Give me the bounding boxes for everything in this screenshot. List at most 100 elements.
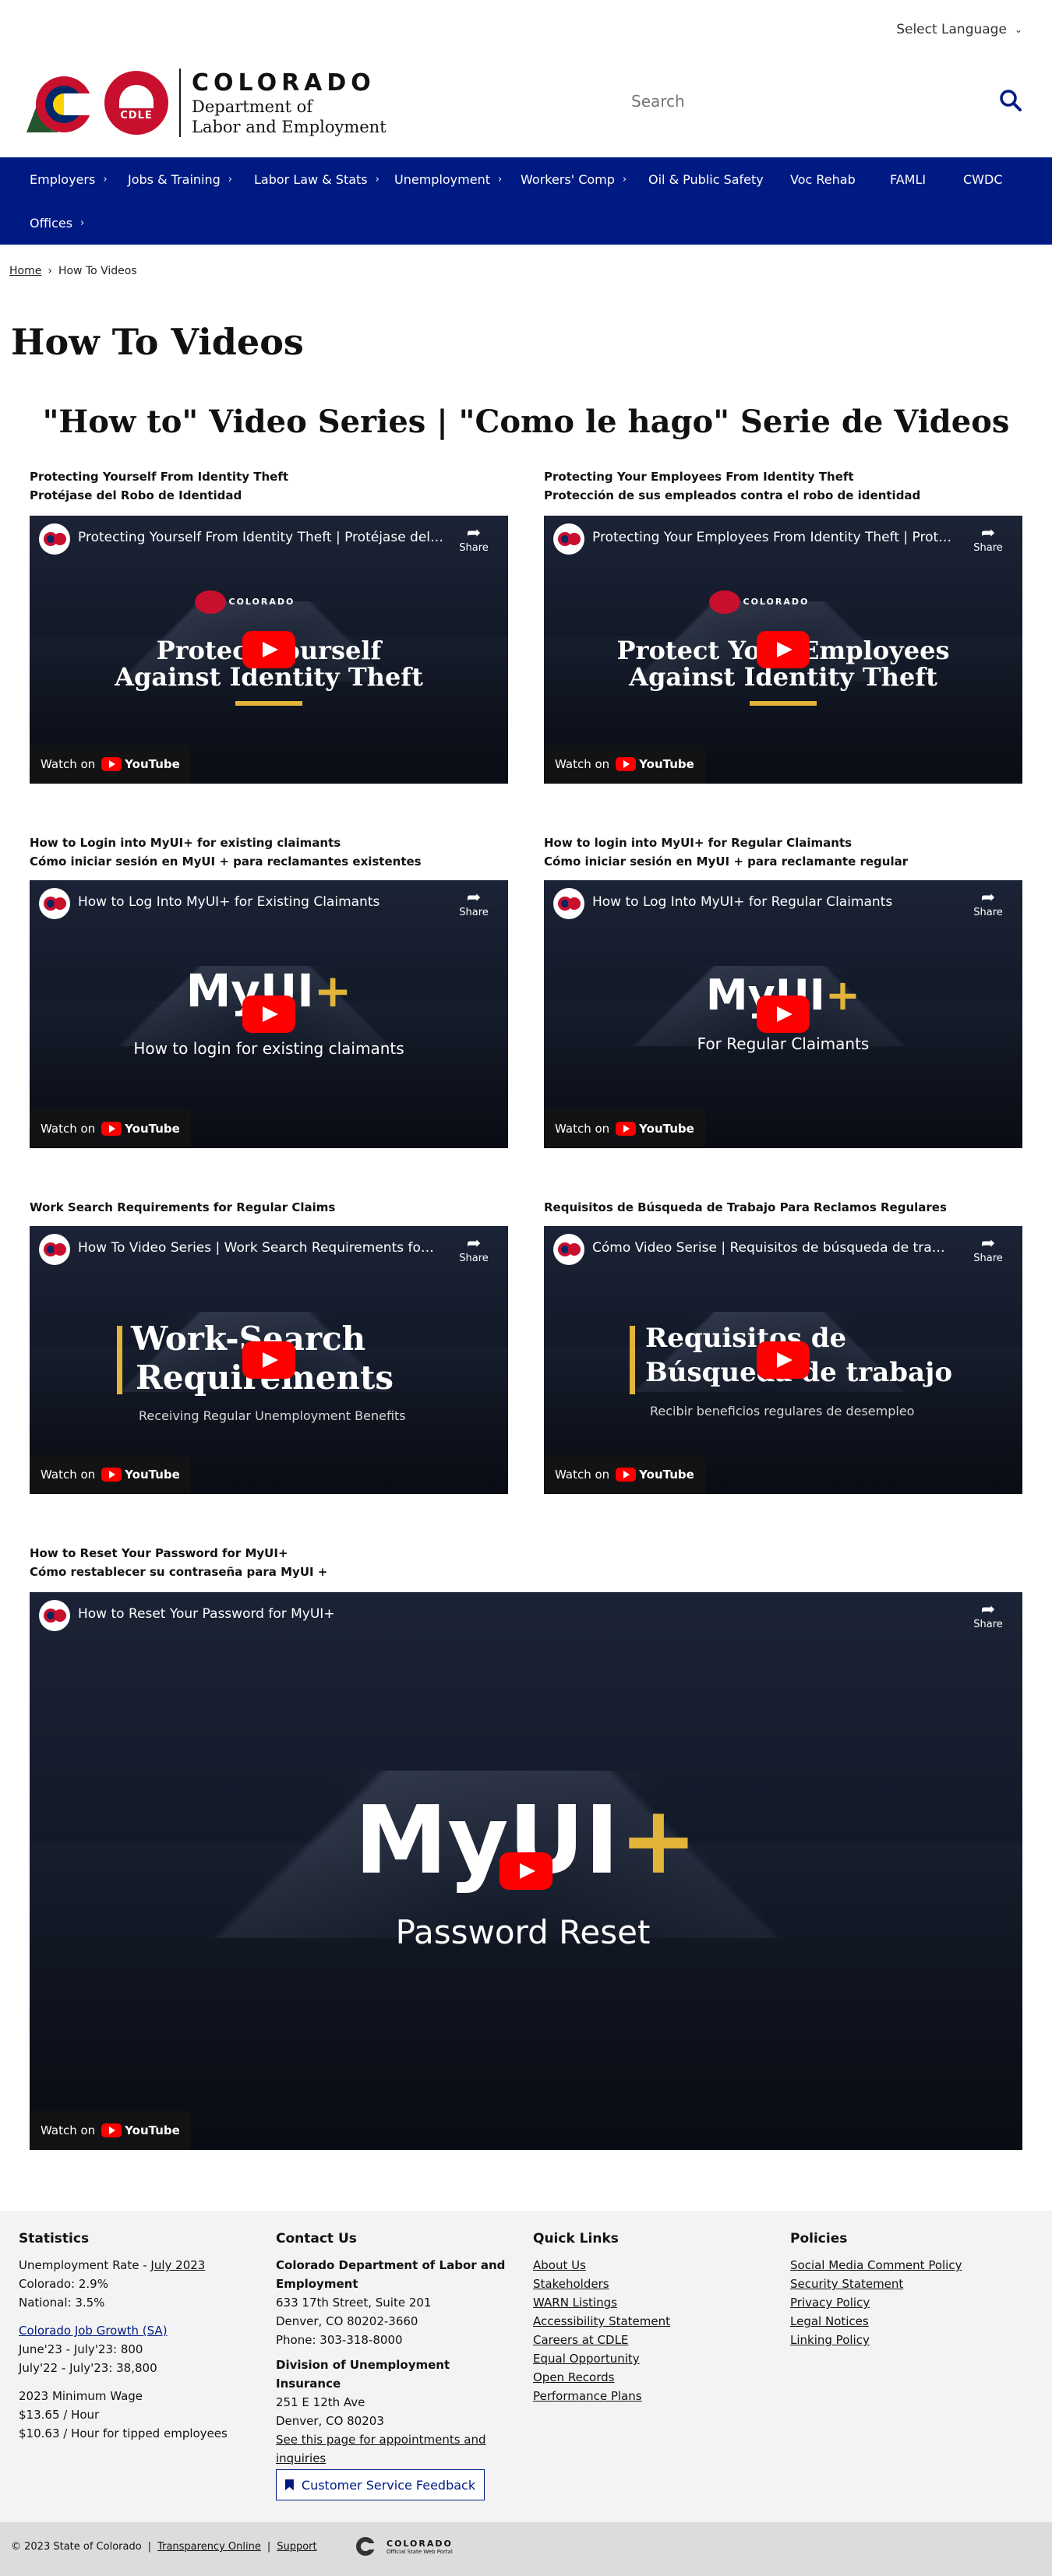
youtube-logo-icon: YouTube (101, 757, 180, 771)
video-title[interactable]: How to Log Into MyUI+ for Existing Claim… (78, 894, 444, 910)
share-button[interactable]: ➦ Share (971, 525, 1005, 555)
nav-workers-comp[interactable]: Workers' Comp › (521, 157, 627, 201)
channel-avatar[interactable] (39, 1234, 70, 1265)
nav-oil-public-safety[interactable]: Oil & Public Safety (648, 157, 764, 201)
job-growth-link[interactable]: Colorado Job Growth (SA) (19, 2321, 252, 2340)
video-caption-en: Protecting Your Employees From Identity … (544, 470, 854, 484)
search-input[interactable] (620, 86, 994, 117)
youtube-logo-icon: YouTube (616, 1122, 694, 1136)
quick-link[interactable]: Careers at CDLE (533, 2331, 767, 2349)
video-player[interactable]: Protecting Yourself From Identity Theft … (30, 516, 508, 784)
search-icon (1000, 90, 1022, 111)
nav-jobs-training[interactable]: Jobs & Training › (128, 157, 232, 201)
quick-link[interactable]: WARN Listings (533, 2293, 767, 2312)
video-caption-en: How to Login into MyUI+ for existing cla… (30, 836, 341, 850)
video-title[interactable]: How To Video Series | Work Search Requir… (78, 1240, 436, 1256)
quick-link[interactable]: Open Records (533, 2368, 767, 2387)
language-selector[interactable]: Select Language ⌄ (896, 22, 1022, 37)
share-label: Share (459, 1253, 489, 1264)
customer-feedback-button[interactable]: Customer Service Feedback (276, 2469, 485, 2500)
watch-on-youtube[interactable]: Watch on YouTube (30, 1455, 191, 1494)
watch-on-youtube[interactable]: Watch on YouTube (30, 2111, 191, 2150)
video-player[interactable]: How to Log Into MyUI+ for Existing Claim… (30, 880, 508, 1148)
channel-avatar[interactable] (39, 888, 70, 919)
play-button[interactable] (242, 996, 295, 1033)
play-button[interactable] (757, 631, 810, 668)
cdle-logo-mini: COLORADO (709, 590, 809, 614)
video-headline-1: Requisitos de (645, 1323, 847, 1354)
transparency-link[interactable]: Transparency Online (157, 2541, 261, 2553)
appointments-link[interactable]: See this page for appointments and inquir… (276, 2430, 510, 2468)
nav-employers[interactable]: Employers › (30, 157, 108, 201)
channel-avatar[interactable] (553, 888, 584, 919)
wage-title: 2023 Minimum Wage (19, 2389, 143, 2403)
nav-label: FAMLI (890, 171, 927, 187)
play-button[interactable] (242, 631, 295, 668)
channel-avatar[interactable] (39, 523, 70, 555)
division-addr-2: Denver, CO 80203 (276, 2414, 384, 2428)
policy-link[interactable]: Linking Policy (790, 2331, 1024, 2349)
video-title[interactable]: How to Log Into MyUI+ for Regular Claima… (592, 894, 958, 910)
policy-link[interactable]: Security Statement (790, 2275, 1024, 2293)
quick-link[interactable]: Accessibility Statement (533, 2312, 767, 2331)
quick-link[interactable]: Performance Plans (533, 2387, 767, 2405)
nav-unemployment[interactable]: Unemployment › (394, 157, 502, 201)
nav-offices[interactable]: Offices › (30, 201, 84, 245)
quick-link[interactable]: About Us (533, 2256, 767, 2275)
video-title[interactable]: Protecting Yourself From Identity Theft … (78, 530, 444, 545)
bottom-links: © 2023 State of Colorado | Transparency … (11, 2541, 317, 2553)
video-player[interactable]: How to Reset Your Password for MyUI+ ➦ Sh… (30, 1592, 1022, 2150)
policy-link[interactable]: Legal Notices (790, 2312, 1024, 2331)
video-title[interactable]: Protecting Your Employees From Identity … (592, 530, 958, 545)
site-footer: Statistics Unemployment Rate - July 2023… (0, 2211, 1052, 2522)
nav-labor-law-stats[interactable]: Labor Law & Stats › (254, 157, 379, 201)
share-button[interactable]: ➦ Share (971, 1602, 1005, 1631)
play-button[interactable] (757, 1341, 810, 1379)
watch-on-youtube[interactable]: Watch on YouTube (544, 745, 705, 784)
channel-avatar[interactable] (553, 1234, 584, 1265)
nav-famli[interactable]: FAMLI (890, 157, 926, 201)
footer-heading: Quick Links (533, 2231, 619, 2247)
watch-on-youtube[interactable]: Watch on YouTube (544, 1455, 705, 1494)
share-button[interactable]: ➦ Share (971, 890, 1005, 919)
play-button[interactable] (500, 1852, 552, 1890)
play-button[interactable] (242, 1341, 295, 1379)
video-subtitle: Password Reset (395, 1913, 651, 1951)
quick-link[interactable]: Stakeholders (533, 2275, 767, 2293)
site-logo[interactable]: CDLE COLORADO Department of Labor and Em… (22, 64, 387, 142)
nav-voc-rehab[interactable]: Voc Rehab (790, 157, 856, 201)
share-button[interactable]: ➦ Share (457, 525, 491, 555)
watch-on-youtube[interactable]: Watch on YouTube (30, 745, 191, 784)
breadcrumb-home[interactable]: Home (9, 265, 41, 277)
nav-label: Employers (30, 171, 96, 187)
video-player[interactable]: How to Log Into MyUI+ for Regular Claima… (544, 880, 1022, 1148)
policy-link[interactable]: Privacy Policy (790, 2293, 1024, 2312)
video-player[interactable]: Protecting Your Employees From Identity … (544, 516, 1022, 784)
search-button[interactable] (999, 89, 1027, 117)
contact-org-2: Employment (276, 2277, 358, 2291)
policy-link[interactable]: Social Media Comment Policy (790, 2256, 1024, 2275)
share-button[interactable]: ➦ Share (457, 1235, 491, 1265)
growth-2: July'22 - July'23: 38,800 (19, 2361, 157, 2375)
unemp-month-link[interactable]: July 2023 (150, 2258, 205, 2272)
brand-text: COLORADO Department of Labor and Employm… (179, 69, 387, 137)
support-link[interactable]: Support (277, 2541, 316, 2553)
watch-on-youtube[interactable]: Watch on YouTube (544, 1109, 705, 1148)
share-button[interactable]: ➦ Share (457, 890, 491, 919)
share-button[interactable]: ➦ Share (971, 1235, 1005, 1265)
youtube-label: YouTube (125, 1122, 180, 1136)
watch-on-youtube[interactable]: Watch on YouTube (30, 1109, 191, 1148)
channel-avatar[interactable] (553, 523, 584, 555)
myui-plus: + (824, 971, 861, 1020)
channel-avatar[interactable] (39, 1600, 70, 1631)
video-subtitle: Recibir beneficios regulares de desemple… (650, 1404, 915, 1418)
nav-cwdc[interactable]: CWDC (963, 157, 1002, 201)
contact-addr-1: 633 17th Street, Suite 201 (276, 2296, 432, 2310)
state-portal-logo[interactable]: COLORADO Official State Web Portal (355, 2536, 453, 2557)
video-title[interactable]: How to Reset Your Password for MyUI+ (78, 1606, 779, 1622)
video-player[interactable]: Cómo Video Serise | Requisitos de búsque… (544, 1226, 1022, 1494)
quick-link[interactable]: Equal Opportunity (533, 2349, 767, 2368)
video-player[interactable]: How To Video Series | Work Search Requir… (30, 1226, 508, 1494)
video-title[interactable]: Cómo Video Serise | Requisitos de búsque… (592, 1240, 951, 1256)
play-button[interactable] (757, 996, 810, 1033)
